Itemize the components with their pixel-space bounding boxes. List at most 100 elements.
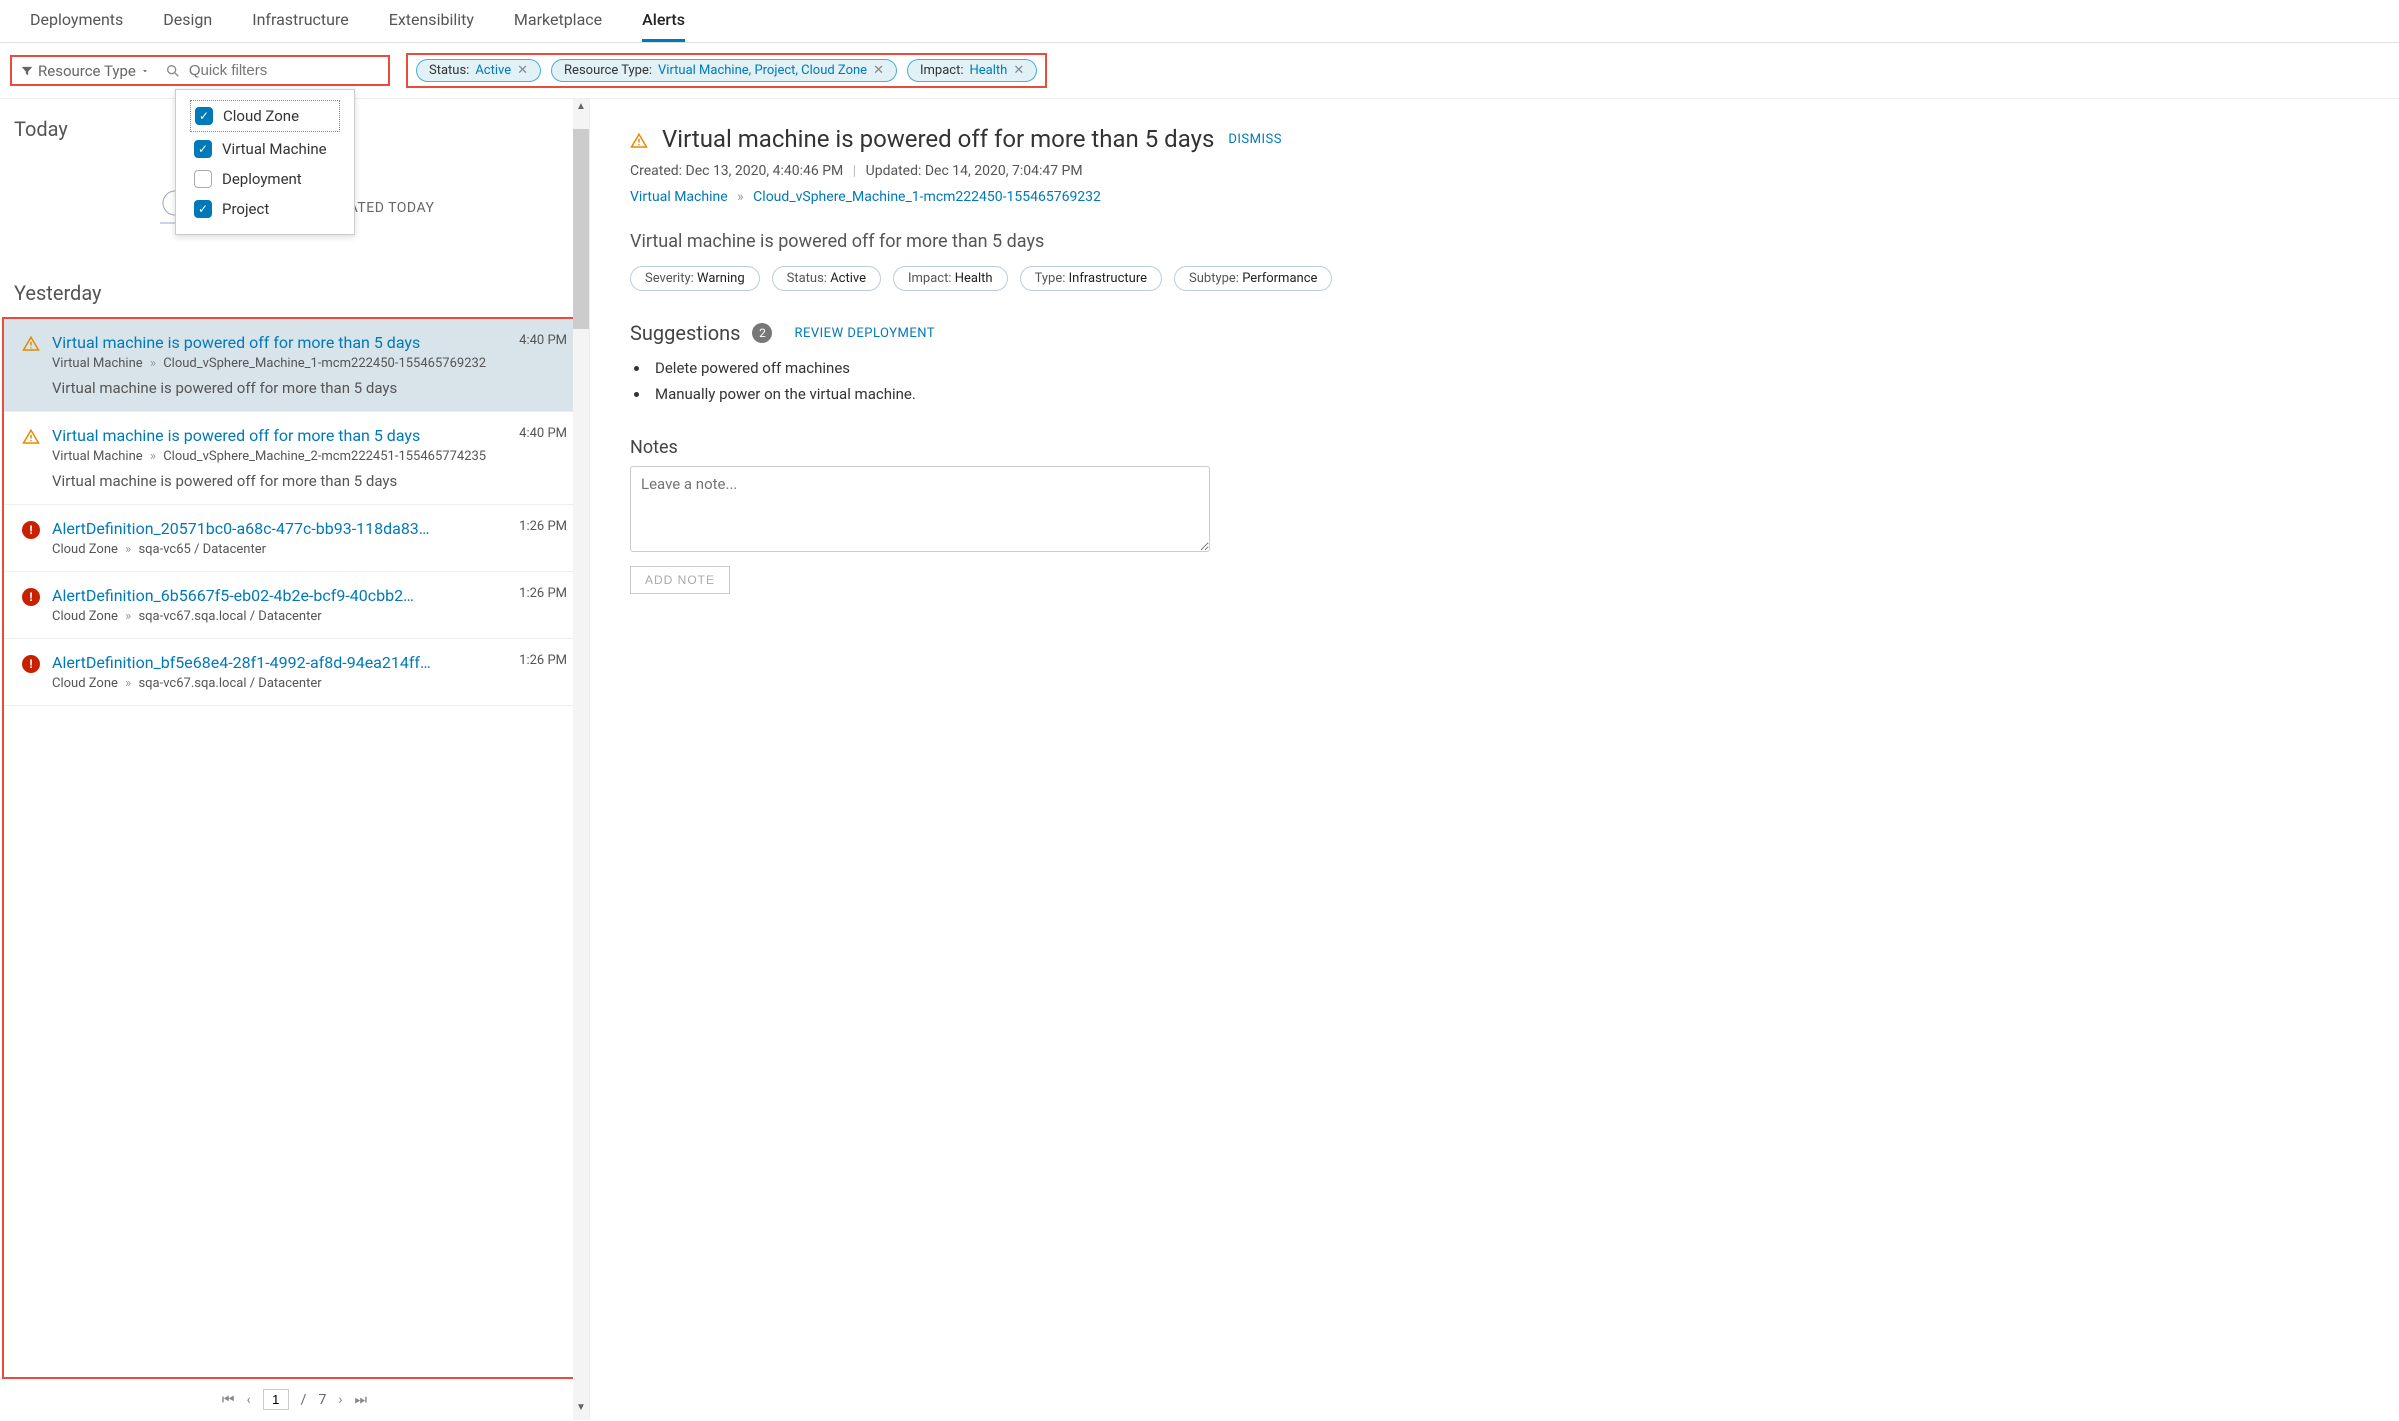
- chip-status[interactable]: Status: Active ✕: [416, 59, 541, 82]
- pager-first-icon[interactable]: ⏮: [222, 1392, 235, 1408]
- filter-icon: [20, 64, 34, 78]
- close-icon[interactable]: ✕: [1013, 63, 1024, 78]
- alert-path: Cloud Zone » sqa-vc67.sqa.local / Datace…: [52, 609, 567, 624]
- add-note-button[interactable]: ADD NOTE: [630, 566, 730, 594]
- date-sep: |: [853, 163, 856, 179]
- alert-list-item[interactable]: !AlertDefinition_bf5e68e4-28f1-4992-af8d…: [4, 639, 585, 706]
- checkbox-unchecked-icon[interactable]: [194, 170, 212, 188]
- alert-title[interactable]: Virtual machine is powered off for more …: [52, 426, 420, 445]
- updated-text: Updated: Dec 14, 2020, 7:04:47 PM: [866, 163, 1083, 179]
- alerts-box: Virtual machine is powered off for more …: [2, 317, 587, 1379]
- suggestion-item: Delete powered off machines: [634, 355, 2359, 381]
- dropdown-label: Virtual Machine: [222, 140, 327, 158]
- chip-value: Active: [475, 63, 511, 78]
- pager-last-icon[interactable]: ⏭: [355, 1392, 368, 1408]
- chip-label: Impact:: [920, 63, 964, 78]
- search-icon: [165, 63, 181, 79]
- alert-path: Virtual Machine » Cloud_vSphere_Machine_…: [52, 356, 567, 371]
- suggestions-head: Suggestions 2 REVIEW DEPLOYMENT: [630, 321, 2359, 345]
- notes-label: Notes: [630, 437, 2359, 458]
- main-area: ▲ ▼ Today NO ALERTS CREATED TODAY Yester…: [0, 99, 2399, 1420]
- pager: ⏮ ‹ / 7 › ⏭: [0, 1379, 589, 1420]
- alert-title[interactable]: AlertDefinition_20571bc0-a68c-477c-bb93-…: [52, 519, 430, 538]
- quick-filter-wrap: [165, 61, 327, 80]
- created-text: Created: Dec 13, 2020, 4:40:46 PM: [630, 163, 843, 179]
- pager-total: 7: [318, 1392, 326, 1408]
- scrollbar[interactable]: ▲ ▼: [573, 99, 589, 1420]
- warning-icon: [630, 130, 648, 148]
- alert-desc: Virtual machine is powered off for more …: [52, 472, 567, 490]
- alert-title[interactable]: Virtual machine is powered off for more …: [52, 333, 420, 352]
- suggestions-label: Suggestions: [630, 321, 740, 345]
- chip-value: Virtual Machine, Project, Cloud Zone: [658, 63, 867, 78]
- detail-breadcrumb: Virtual Machine » Cloud_vSphere_Machine_…: [630, 189, 2359, 205]
- dropdown-label: Deployment: [222, 170, 302, 188]
- checkbox-checked-icon[interactable]: ✓: [195, 107, 213, 125]
- review-deployment-button[interactable]: REVIEW DEPLOYMENT: [794, 326, 935, 341]
- tab-marketplace[interactable]: Marketplace: [514, 10, 602, 42]
- tab-design[interactable]: Design: [163, 10, 212, 42]
- dropdown-item-project[interactable]: ✓ Project: [190, 194, 340, 224]
- critical-icon: !: [22, 521, 40, 539]
- checkbox-checked-icon[interactable]: ✓: [194, 200, 212, 218]
- alert-path: Cloud Zone » sqa-vc67.sqa.local / Datace…: [52, 676, 567, 691]
- dropdown-label: Cloud Zone: [223, 107, 299, 125]
- alert-path: Virtual Machine » Cloud_vSphere_Machine_…: [52, 449, 567, 464]
- resource-type-dropdown: ✓ Cloud Zone ✓ Virtual Machine Deploymen…: [175, 89, 355, 235]
- suggestions-count-badge: 2: [752, 323, 772, 343]
- quick-filter-input[interactable]: [187, 61, 327, 80]
- pager-current-input[interactable]: [263, 1389, 289, 1410]
- detail-head: Virtual machine is powered off for more …: [630, 125, 2359, 153]
- alert-detail-panel: Virtual machine is powered off for more …: [590, 99, 2399, 1420]
- alert-title[interactable]: AlertDefinition_bf5e68e4-28f1-4992-af8d-…: [52, 653, 431, 672]
- alert-list-item[interactable]: !AlertDefinition_6b5667f5-eb02-4b2e-bcf9…: [4, 572, 585, 639]
- scroll-up-icon[interactable]: ▲: [573, 101, 589, 117]
- scroll-down-icon[interactable]: ▼: [573, 1402, 589, 1418]
- section-yesterday: Yesterday: [0, 263, 589, 317]
- alert-list-item[interactable]: Virtual machine is powered off for more …: [4, 412, 585, 505]
- filter-bar: Resource Type Status: Active ✕ Resource …: [0, 43, 2399, 99]
- suggestion-item: Manually power on the virtual machine.: [634, 381, 2359, 407]
- detail-pills: Severity: Warning Status: Active Impact:…: [630, 266, 2359, 291]
- chip-label: Status:: [429, 63, 469, 78]
- alert-time: 1:26 PM: [519, 653, 567, 672]
- alert-desc: Virtual machine is powered off for more …: [52, 379, 567, 397]
- pager-prev-icon[interactable]: ‹: [246, 1392, 250, 1408]
- tab-extensibility[interactable]: Extensibility: [389, 10, 474, 42]
- pill-status: Status: Active: [772, 266, 881, 291]
- tab-infrastructure[interactable]: Infrastructure: [252, 10, 348, 42]
- chip-value: Health: [970, 63, 1008, 78]
- filter-chips: Status: Active ✕ Resource Type: Virtual …: [406, 53, 1047, 88]
- chip-impact[interactable]: Impact: Health ✕: [907, 59, 1037, 82]
- alert-time: 4:40 PM: [519, 333, 567, 352]
- dropdown-item-virtual-machine[interactable]: ✓ Virtual Machine: [190, 134, 340, 164]
- resource-type-filter[interactable]: Resource Type: [20, 62, 150, 80]
- pill-severity: Severity: Warning: [630, 266, 760, 291]
- breadcrumb-type-link[interactable]: Virtual Machine: [630, 189, 728, 205]
- alert-time: 1:26 PM: [519, 519, 567, 538]
- chevron-down-icon: [140, 66, 150, 76]
- top-tabs: Deployments Design Infrastructure Extens…: [0, 0, 2399, 43]
- alert-list-item[interactable]: ! AlertDefinition_20571bc0-a68c-477c-bb93…: [4, 505, 585, 572]
- alert-path: Cloud Zone » sqa-vc65 / Datacenter: [52, 542, 567, 557]
- pager-sep: /: [301, 1392, 307, 1408]
- pager-next-icon[interactable]: ›: [338, 1392, 342, 1408]
- alert-title[interactable]: AlertDefinition_6b5667f5-eb02-4b2e-bcf9-…: [52, 586, 414, 605]
- breadcrumb-name-link[interactable]: Cloud_vSphere_Machine_1-mcm222450-155465…: [753, 189, 1101, 205]
- dropdown-item-deployment[interactable]: Deployment: [190, 164, 340, 194]
- detail-title: Virtual machine is powered off for more …: [662, 125, 1214, 153]
- close-icon[interactable]: ✕: [517, 63, 528, 78]
- alert-list-panel: ▲ ▼ Today NO ALERTS CREATED TODAY Yester…: [0, 99, 590, 1420]
- checkbox-checked-icon[interactable]: ✓: [194, 140, 212, 158]
- pill-subtype: Subtype: Performance: [1174, 266, 1332, 291]
- dropdown-item-cloud-zone[interactable]: ✓ Cloud Zone: [190, 100, 340, 132]
- alert-list-item[interactable]: Virtual machine is powered off for more …: [4, 319, 585, 412]
- notes-input[interactable]: [630, 466, 1210, 552]
- tab-deployments[interactable]: Deployments: [30, 10, 123, 42]
- tab-alerts[interactable]: Alerts: [642, 10, 685, 42]
- alert-time: 4:40 PM: [519, 426, 567, 445]
- dismiss-button[interactable]: DISMISS: [1228, 132, 1282, 147]
- close-icon[interactable]: ✕: [873, 63, 884, 78]
- detail-dates: Created: Dec 13, 2020, 4:40:46 PM | Upda…: [630, 163, 2359, 179]
- chip-resource-type[interactable]: Resource Type: Virtual Machine, Project,…: [551, 59, 897, 82]
